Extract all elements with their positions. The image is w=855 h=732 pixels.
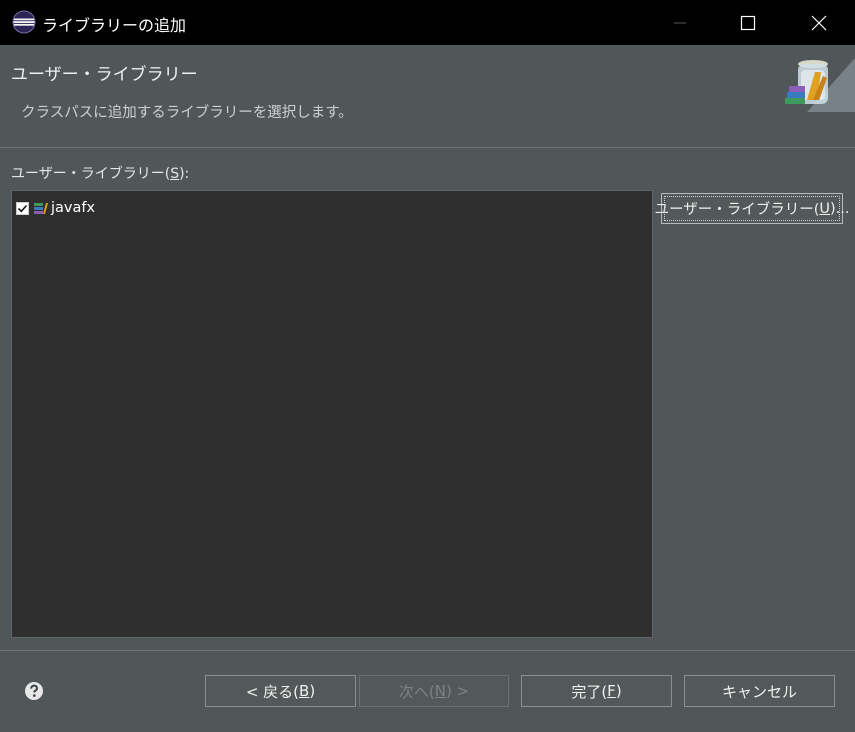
user-libraries-button[interactable]: ユーザー・ライブラリー(U)... bbox=[655, 193, 850, 224]
close-icon bbox=[811, 15, 827, 30]
window-title: ライブラリーの追加 bbox=[42, 16, 187, 35]
next-label: 次へ( bbox=[398, 682, 435, 701]
header-separator bbox=[0, 147, 855, 148]
help-icon[interactable] bbox=[24, 681, 44, 701]
maximize-icon bbox=[740, 15, 756, 30]
library-list-label: ユーザー・ライブラリー(S): bbox=[11, 163, 189, 183]
label-suffix: ): bbox=[179, 166, 190, 182]
next-button[interactable]: 次へ(N) > bbox=[359, 675, 509, 707]
button-suffix: )... bbox=[830, 200, 850, 217]
library-jar-icon bbox=[777, 58, 855, 112]
button-label: ユーザー・ライブラリー( bbox=[654, 202, 820, 218]
next-mnemonic: N bbox=[434, 682, 446, 700]
library-checkbox[interactable] bbox=[16, 201, 29, 215]
finish-button[interactable]: 完了(F) bbox=[521, 675, 672, 707]
page-description: クラスパスに追加するライブラリーを選択します。 bbox=[21, 105, 353, 121]
page-title: ユーザー・ライブラリー bbox=[11, 65, 198, 85]
button-mnemonic: U bbox=[819, 200, 831, 217]
eclipse-icon bbox=[12, 10, 36, 34]
finish-suffix: ) bbox=[615, 682, 622, 700]
label-mnemonic: S bbox=[170, 166, 180, 182]
maximize-button[interactable] bbox=[713, 0, 783, 45]
library-icon bbox=[34, 203, 48, 214]
dialog-window: ライブラリーの追加 ユーザー・ライブラリー クラスパスに追加するライブラリーを選… bbox=[0, 0, 855, 732]
list-item[interactable]: javafx bbox=[16, 198, 95, 218]
next-suffix: ) > bbox=[445, 682, 470, 700]
cancel-label: キャンセル bbox=[721, 682, 797, 701]
minimize-icon bbox=[674, 22, 686, 23]
close-button[interactable] bbox=[784, 0, 854, 45]
back-button[interactable]: < 戻る(B) bbox=[205, 675, 356, 707]
back-suffix: ) bbox=[309, 682, 316, 700]
footer-separator bbox=[0, 650, 855, 651]
minimize-button[interactable] bbox=[645, 0, 715, 45]
library-list[interactable]: javafx bbox=[11, 190, 653, 638]
back-mnemonic: B bbox=[299, 682, 310, 700]
library-name: javafx bbox=[51, 200, 96, 216]
cancel-button[interactable]: キャンセル bbox=[684, 675, 835, 707]
finish-label: 完了( bbox=[571, 682, 608, 701]
label-text: ユーザー・ライブラリー( bbox=[11, 166, 171, 182]
check-icon bbox=[17, 204, 28, 212]
finish-mnemonic: F bbox=[607, 682, 616, 700]
back-label: < 戻る( bbox=[245, 682, 300, 701]
title-bar[interactable]: ライブラリーの追加 bbox=[0, 0, 855, 45]
